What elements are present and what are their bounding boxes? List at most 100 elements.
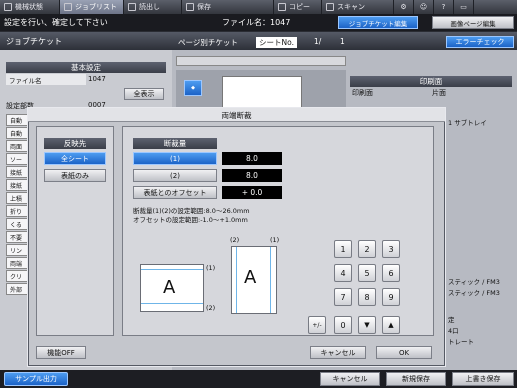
diagram-mark-1: (1) <box>206 264 216 272</box>
left-row-item[interactable]: 上積 <box>6 192 28 204</box>
keypad-key-3[interactable]: 3 <box>382 240 400 258</box>
tab-job-list[interactable]: ジョブリスト <box>60 0 124 14</box>
tab-machine-status[interactable]: 機械状態 <box>0 0 60 14</box>
page-thumbnail[interactable] <box>222 76 302 108</box>
increment-key[interactable]: ▲ <box>382 316 400 334</box>
left-row-item[interactable]: クリ <box>6 270 28 282</box>
folder-icon <box>128 3 136 11</box>
keypad-key-5[interactable]: 5 <box>358 264 376 282</box>
function-off-button[interactable]: 機能OFF <box>36 346 86 359</box>
dialog-title: 両端断裁 <box>28 108 445 122</box>
machine-icon <box>4 3 12 11</box>
overwrite-save-button[interactable]: 上書き保存 <box>452 372 514 386</box>
right-bottom-label-1: 定 <box>448 316 455 324</box>
apply-to-header: 反映先 <box>44 138 106 149</box>
user-icon[interactable]: ☺ <box>414 0 434 14</box>
bottom-bar: サンプル出力 キャンセル 新規保存 上書き保存 <box>0 370 517 388</box>
file-name-label: ファイル名 <box>6 74 86 85</box>
print-side-header: 印刷面 <box>350 76 512 87</box>
keypad-key-6[interactable]: 6 <box>382 264 400 282</box>
job-ticket-edit-tab[interactable]: ジョブチケット編集 <box>338 16 418 29</box>
left-row-item[interactable]: 自動 <box>6 114 28 126</box>
tab-scan[interactable]: スキャン <box>322 0 394 14</box>
cut1-button[interactable]: (1) <box>133 152 217 165</box>
side-tray-label: 1 サブトレイ <box>448 119 487 127</box>
left-row-item[interactable]: 不要 <box>6 231 28 243</box>
keypad-key-7[interactable]: 7 <box>334 288 352 306</box>
cover-only-button[interactable]: 表紙のみ <box>44 169 106 182</box>
left-row-item[interactable]: 折り <box>6 205 28 217</box>
window-icon[interactable]: ▭ <box>454 0 474 14</box>
offset-range-info: オフセットの設定範囲:-1.0〜+1.0mm <box>133 216 248 224</box>
numeric-keypad: 123 456 789 <box>334 240 400 306</box>
keypad-key-1[interactable]: 1 <box>334 240 352 258</box>
cover-offset-value: + 0.0 <box>222 186 282 199</box>
decrement-key[interactable]: ▼ <box>358 316 376 334</box>
cut1-value: 8.0 <box>222 152 282 165</box>
sheet-no-value: 1/ <box>314 37 322 46</box>
diagram-top-mark-2: (2) <box>230 236 240 244</box>
print-side-value: 片面 <box>432 89 446 97</box>
vertical-trim-diagram: A <box>231 246 277 314</box>
right-bottom-label-2: 4口 <box>448 327 459 335</box>
list-icon <box>64 3 72 11</box>
cover-offset-button[interactable]: 表紙とのオフセット <box>133 186 217 199</box>
sheet-total: 1 <box>340 37 345 46</box>
plus-minus-key[interactable]: +/- <box>308 316 326 334</box>
print-side-label: 印刷面 <box>352 89 373 97</box>
diagram-letter-a-vertical: A <box>244 267 257 288</box>
diagram-mark-2: (2) <box>206 304 216 312</box>
image-page-edit-tab[interactable]: 画像ページ編集 <box>432 16 514 29</box>
left-row-item[interactable]: 接紙 <box>6 179 28 191</box>
keypad-key-2[interactable]: 2 <box>358 240 376 258</box>
left-row-item[interactable]: 外部 <box>6 283 28 295</box>
sample-output-button[interactable]: サンプル出力 <box>4 372 68 386</box>
keypad-key-4[interactable]: 4 <box>334 264 352 282</box>
left-row-item[interactable]: 接紙 <box>6 166 28 178</box>
cut2-button[interactable]: (2) <box>133 169 217 182</box>
dialog-cancel-button[interactable]: キャンセル <box>310 346 366 359</box>
keypad-key-9[interactable]: 9 <box>382 288 400 306</box>
tab-copy[interactable]: コピー <box>274 0 322 14</box>
left-row-item[interactable]: 両面 <box>6 140 28 152</box>
tray-line-2: スティック / FM3 <box>448 289 500 297</box>
show-all-button[interactable]: 全表示 <box>124 88 164 100</box>
page-marker[interactable]: ◆ <box>184 80 202 96</box>
status-message: 設定を行い、確定して下さい <box>4 18 108 27</box>
page-ticket-title: ページ別チケット <box>178 38 238 47</box>
top-tab-bar: 機械状態 ジョブリスト 読出し 保存 コピー スキャン ⚙ ☺ ? ▭ <box>0 0 517 14</box>
left-row-item[interactable]: 両端 <box>6 257 28 269</box>
status-row: 設定を行い、確定して下さい ファイル名：1047 ジョブチケット編集 画像ページ… <box>0 14 517 31</box>
save-new-button[interactable]: 新規保存 <box>386 372 446 386</box>
basic-settings-header: 基本設定 <box>6 62 166 73</box>
left-row-item[interactable]: 自動 <box>6 127 28 139</box>
tab-save[interactable]: 保存 <box>182 0 274 14</box>
job-ticket-header: ジョブチケット <box>0 32 172 50</box>
file-name-display: ファイル名：1047 <box>222 18 291 27</box>
cut-amount-header: 断裁量 <box>133 138 217 149</box>
all-sheets-button[interactable]: 全シート <box>44 152 106 165</box>
page-ticket-header: ページ別チケット シートNo. 1/ 1 エラーチェック <box>172 32 517 50</box>
scan-icon <box>326 3 334 11</box>
diagram-letter-a: A <box>163 277 176 298</box>
left-row-item[interactable]: くる <box>6 218 28 230</box>
settings-icon[interactable]: ⚙ <box>394 0 414 14</box>
tray-line-1: スティック / FM3 <box>448 278 500 286</box>
tab-readout[interactable]: 読出し <box>124 0 182 14</box>
zero-key[interactable]: 0 <box>334 316 352 334</box>
horizontal-trim-diagram: A <box>140 264 204 312</box>
save-icon <box>186 3 194 11</box>
cancel-button[interactable]: キャンセル <box>320 372 380 386</box>
right-bottom-label-3: トレート <box>448 338 474 346</box>
keypad-key-8[interactable]: 8 <box>358 288 376 306</box>
help-icon[interactable]: ? <box>434 0 454 14</box>
left-row-list: 自動 自動 両面 ソー 接紙 接紙 上積 折り くる 不要 リン 両端 クリ 外部 <box>6 114 28 296</box>
file-name-value: 1047 <box>88 75 106 83</box>
cut2-value: 8.0 <box>222 169 282 182</box>
left-row-item[interactable]: ソー <box>6 153 28 165</box>
left-row-item[interactable]: リン <box>6 244 28 256</box>
page-scroll-bar[interactable] <box>176 56 346 66</box>
error-check-button[interactable]: エラーチェック <box>446 36 514 48</box>
sheet-no-label: シートNo. <box>256 37 297 48</box>
dialog-ok-button[interactable]: OK <box>376 346 432 359</box>
